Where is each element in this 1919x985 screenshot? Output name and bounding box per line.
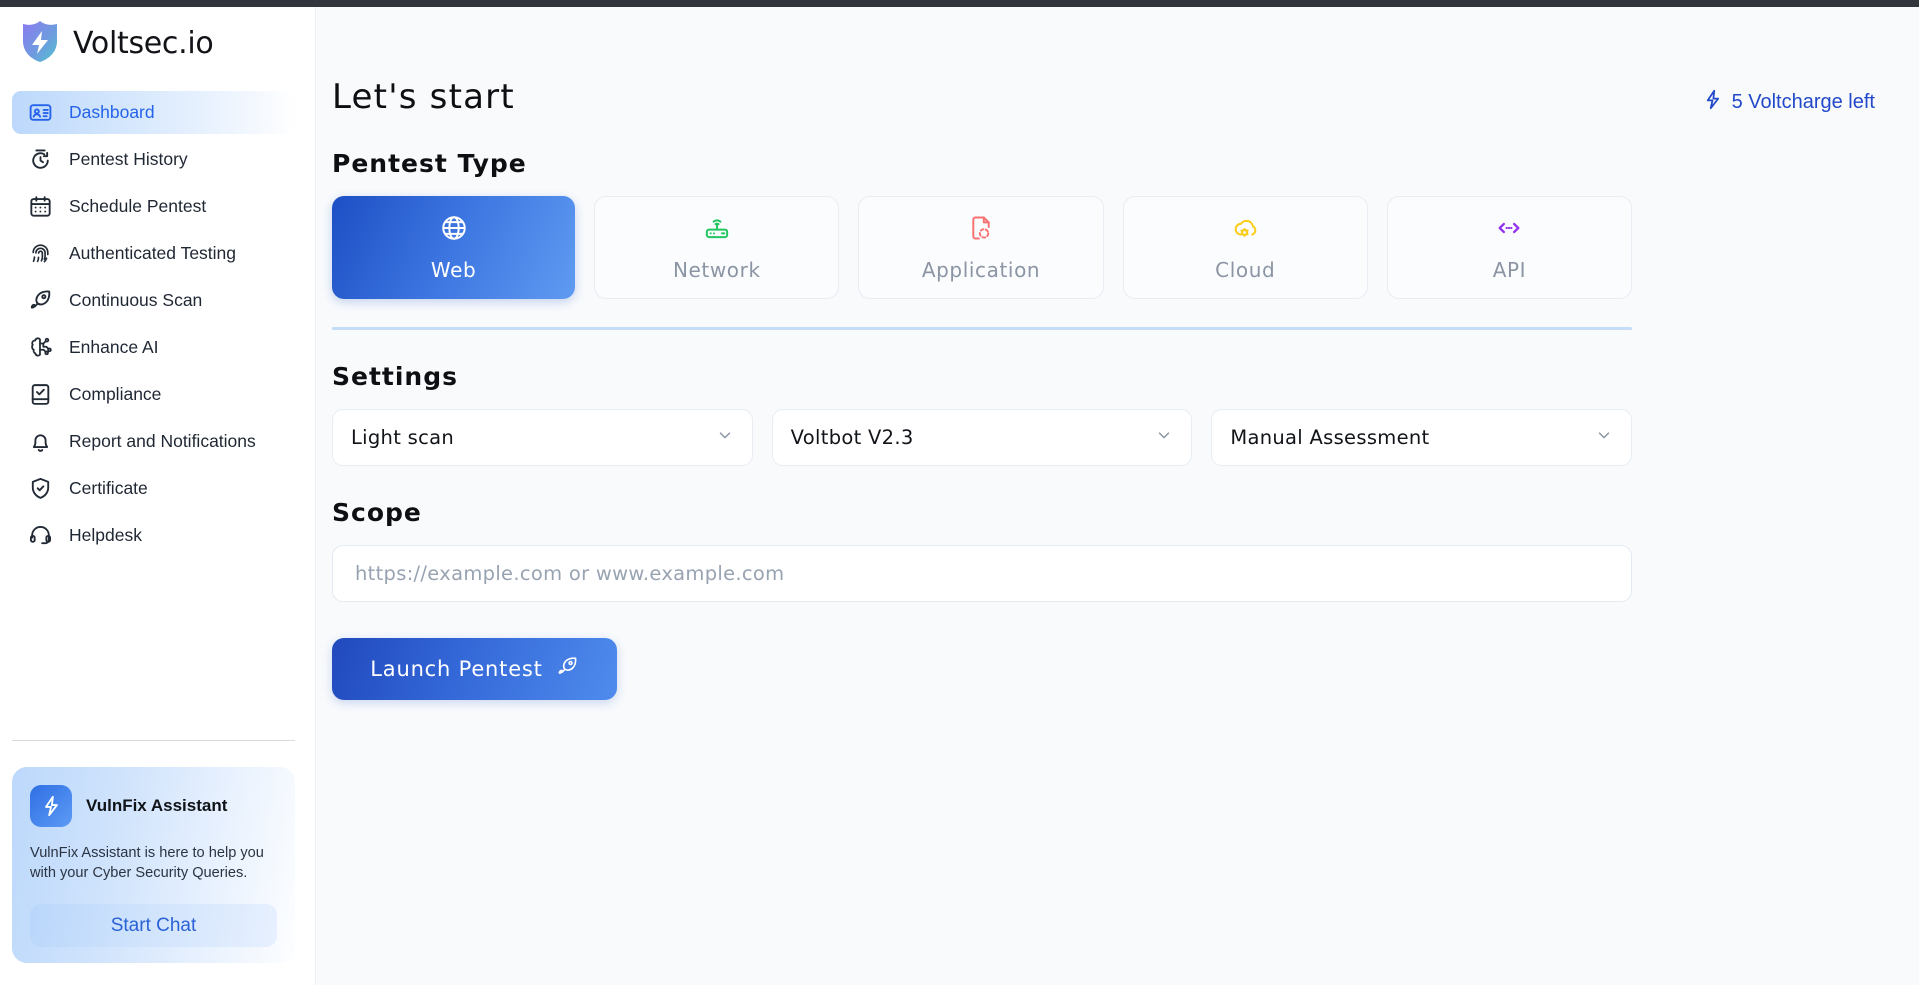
scope-input[interactable]: [332, 545, 1632, 602]
sidebar-item-label: Authenticated Testing: [69, 243, 237, 263]
sidebar-item-label: Pentest History: [69, 149, 188, 169]
sidebar-divider: [12, 739, 295, 741]
router-wifi-icon: [703, 214, 731, 247]
settings-heading: Settings: [332, 362, 459, 391]
id-card-icon: [28, 100, 53, 125]
pentest-type-label: Application: [921, 257, 1041, 282]
sidebar-item-label: Compliance: [69, 384, 162, 404]
sidebar-item-pentest-history[interactable]: Pentest History: [12, 138, 297, 181]
history-clock-icon: [28, 147, 53, 172]
chevron-down-icon: [1155, 426, 1173, 449]
chevron-down-icon: [1595, 426, 1613, 449]
assistant-header: VulnFix Assistant: [30, 784, 277, 827]
sidebar-item-label: Continuous Scan: [69, 290, 203, 310]
bolt-icon: [1702, 89, 1723, 116]
sidebar-bottom-pad: [0, 963, 315, 985]
pentest-type-label: Web: [430, 257, 477, 282]
pentest-type-network[interactable]: Network: [594, 196, 840, 299]
vulnfix-assistant-card: VulnFix Assistant VulnFix Assistant is h…: [12, 766, 295, 963]
pentest-type-label: API: [1492, 257, 1527, 282]
sidebar-nav: Dashboard Pentest History Schedule Pente…: [0, 79, 315, 561]
code-brackets-icon: [1495, 214, 1523, 247]
section-divider: [332, 327, 1632, 330]
pentest-type-label: Network: [672, 257, 761, 282]
assessment-mode-value: Manual Assessment: [1230, 426, 1430, 449]
brain-circuit-icon: [28, 335, 53, 360]
sidebar-item-authenticated-testing[interactable]: Authenticated Testing: [12, 232, 297, 275]
bot-version-value: Voltbot V2.3: [790, 426, 914, 449]
globe-icon: [440, 214, 468, 247]
settings-selects: Light scan Voltbot V2.3 Manual Assessmen…: [332, 409, 1633, 466]
app-root: Voltsec.io Dashboard Pentest History Sch…: [0, 7, 1919, 985]
start-chat-button[interactable]: Start Chat: [30, 904, 277, 947]
sidebar-item-schedule-pentest[interactable]: Schedule Pentest: [12, 185, 297, 228]
chevron-down-icon: [716, 426, 734, 449]
calendar-icon: [28, 194, 53, 219]
voltcharge-indicator[interactable]: 5 Voltcharge left: [1702, 89, 1875, 116]
file-scan-icon: [967, 214, 995, 247]
shield-bolt-logo-icon: [20, 19, 60, 68]
pentest-type-api[interactable]: API: [1386, 196, 1633, 299]
sidebar-item-label: Schedule Pentest: [69, 196, 207, 216]
sidebar-item-compliance[interactable]: Compliance: [12, 373, 297, 416]
sidebar-item-enhance-ai[interactable]: Enhance AI: [12, 326, 297, 369]
pentest-type-options: Web Network Application Cloud API: [332, 196, 1633, 299]
pentest-type-cloud[interactable]: Cloud: [1122, 196, 1368, 299]
sidebar-item-label: Enhance AI: [69, 337, 159, 357]
checklist-book-icon: [28, 382, 53, 407]
main-inner: Let's start Pentest Type Web Network App…: [316, 7, 1919, 700]
rocket-icon: [556, 655, 579, 683]
page-title: Let's start: [332, 77, 515, 117]
sidebar-item-label: Report and Notifications: [69, 431, 256, 451]
bolt-icon: [30, 784, 72, 827]
scan-intensity-select[interactable]: Light scan: [332, 409, 753, 466]
pentest-type-heading: Pentest Type: [332, 149, 527, 178]
bot-version-select[interactable]: Voltbot V2.3: [771, 409, 1193, 466]
main-content: 5 Voltcharge left Let's start Pentest Ty…: [316, 7, 1919, 985]
shield-check-icon: [28, 476, 53, 501]
sidebar-item-certificate[interactable]: Certificate: [12, 467, 297, 510]
fingerprint-icon: [28, 241, 53, 266]
brand[interactable]: Voltsec.io: [0, 7, 315, 79]
sidebar: Voltsec.io Dashboard Pentest History Sch…: [0, 7, 316, 985]
launch-pentest-button[interactable]: Launch Pentest: [332, 638, 617, 700]
rocket-icon: [28, 288, 53, 313]
sidebar-item-label: Certificate: [69, 478, 148, 498]
sidebar-item-continuous-scan[interactable]: Continuous Scan: [12, 279, 297, 322]
pentest-type-web[interactable]: Web: [332, 196, 576, 299]
pentest-type-application[interactable]: Application: [858, 196, 1104, 299]
scan-intensity-value: Light scan: [351, 426, 455, 449]
launch-pentest-label: Launch Pentest: [370, 657, 543, 681]
sidebar-item-label: Dashboard: [69, 102, 155, 122]
assistant-title: VulnFix Assistant: [86, 795, 228, 815]
voltcharge-label: 5 Voltcharge left: [1731, 91, 1875, 113]
cloud-cog-icon: [1231, 214, 1259, 247]
brand-name: Voltsec.io: [73, 25, 214, 61]
sidebar-item-helpdesk[interactable]: Helpdesk: [12, 514, 297, 557]
browser-chrome-edge: [0, 0, 1919, 7]
headset-icon: [28, 523, 53, 548]
sidebar-item-report-and-notifications[interactable]: Report and Notifications: [12, 420, 297, 463]
sidebar-item-dashboard[interactable]: Dashboard: [12, 91, 297, 134]
bell-icon: [28, 429, 53, 454]
pentest-type-label: Cloud: [1215, 257, 1276, 282]
assistant-description: VulnFix Assistant is here to help you wi…: [30, 844, 264, 882]
assessment-mode-select[interactable]: Manual Assessment: [1211, 409, 1633, 466]
scope-heading: Scope: [332, 498, 422, 527]
sidebar-item-label: Helpdesk: [69, 525, 142, 545]
